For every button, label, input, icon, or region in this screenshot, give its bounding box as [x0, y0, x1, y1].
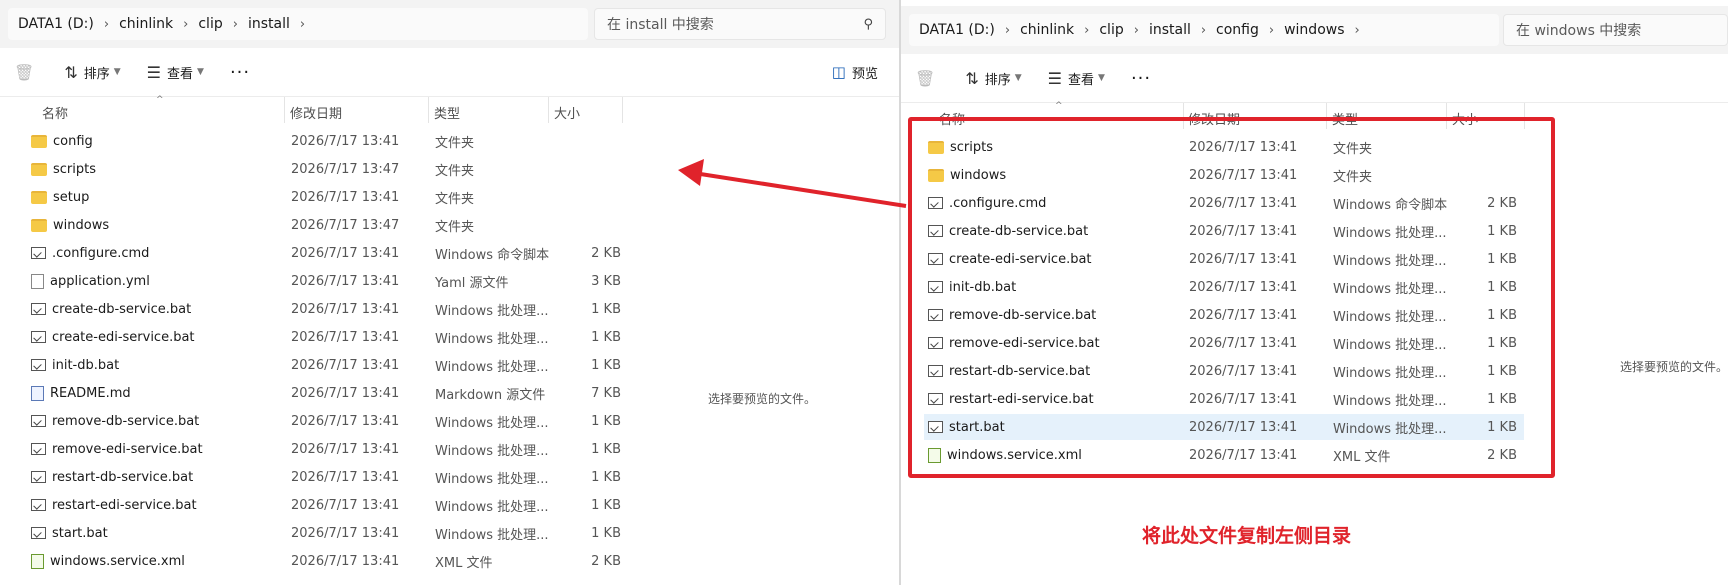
arrow-shaft: [693, 171, 907, 208]
annotation-arrow: [678, 159, 907, 208]
arrow-head: [678, 159, 704, 186]
